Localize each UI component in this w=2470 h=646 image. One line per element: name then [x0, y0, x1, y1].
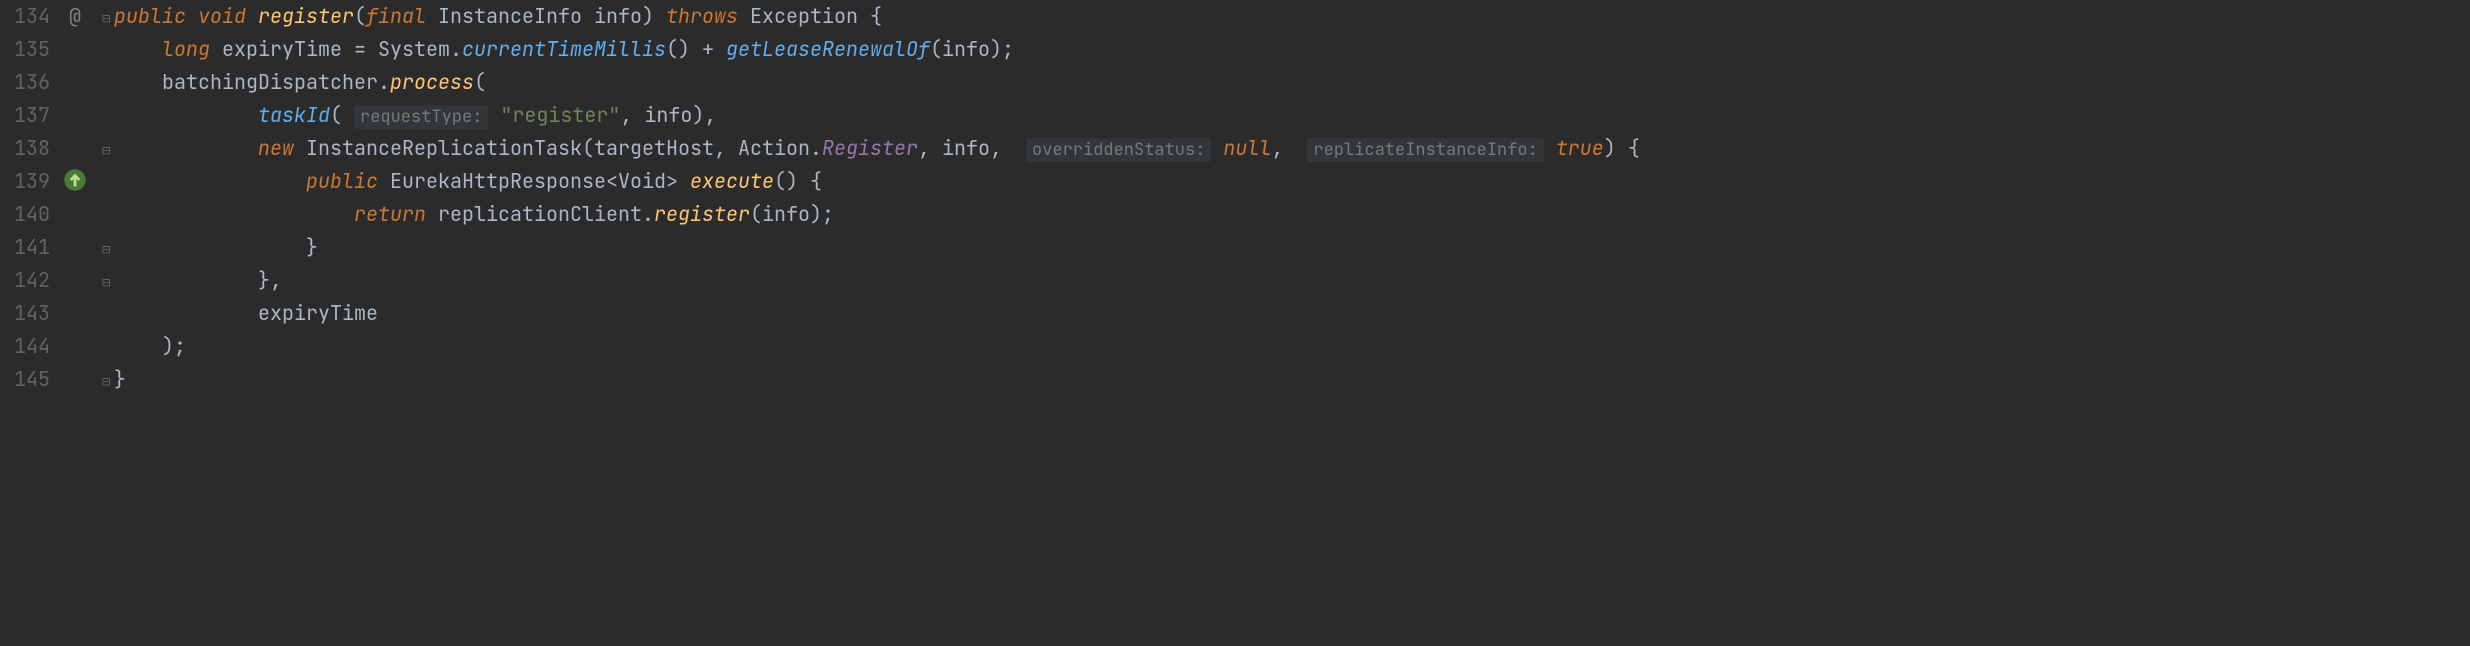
- code-line[interactable]: ⊟public void register(final InstanceInfo…: [102, 0, 1640, 33]
- arg: info: [762, 201, 810, 227]
- fold-end-icon[interactable]: ⊟: [102, 267, 114, 300]
- line-number: 143: [0, 297, 60, 330]
- arg: targetHost: [594, 135, 714, 161]
- gutter-line: 134 @: [0, 0, 90, 33]
- variable: expiryTime: [258, 300, 378, 326]
- gutter-line: 137: [0, 99, 90, 132]
- keyword-final: final: [366, 3, 426, 29]
- fold-end-icon[interactable]: ⊟: [102, 366, 114, 399]
- code-area[interactable]: ⊟public void register(final InstanceInfo…: [98, 0, 1640, 396]
- code-line[interactable]: taskId( requestType: "register", info),: [102, 99, 1640, 132]
- gutter: 134 @ 135 136 137 138 139 140 141 142 143…: [0, 0, 98, 396]
- gutter-line: 139: [0, 165, 90, 198]
- keyword-return: return: [354, 201, 426, 227]
- gutter-line: 140: [0, 198, 90, 231]
- fold-end-icon[interactable]: ⊟: [102, 234, 114, 267]
- method-name: register: [258, 3, 354, 29]
- line-number: 137: [0, 99, 60, 132]
- param-hint: requestType:: [354, 105, 488, 129]
- code-line[interactable]: );: [102, 330, 1640, 363]
- gutter-line: 135: [0, 33, 90, 66]
- code-line[interactable]: ⊟ },: [102, 264, 1640, 297]
- line-number: 139: [0, 165, 60, 198]
- code-line[interactable]: ⊟ new InstanceReplicationTask(targetHost…: [102, 132, 1640, 165]
- line-number: 142: [0, 264, 60, 297]
- code-line[interactable]: ⊟}: [102, 363, 1640, 396]
- method-call: getLeaseRenewalOf: [726, 36, 930, 62]
- fold-icon[interactable]: ⊟: [102, 135, 114, 168]
- code-editor[interactable]: 134 @ 135 136 137 138 139 140 141 142 143…: [0, 0, 2470, 396]
- code-line[interactable]: ⊟ }: [102, 231, 1640, 264]
- gutter-line: 138: [0, 132, 90, 165]
- arg: info: [644, 102, 692, 128]
- keyword-long: long: [162, 36, 210, 62]
- line-number: 135: [0, 33, 60, 66]
- keyword-void: void: [198, 3, 246, 29]
- variable: replicationClient: [438, 201, 642, 227]
- keyword-public: public: [114, 3, 186, 29]
- type: Exception: [750, 3, 858, 29]
- type: Void: [618, 168, 666, 194]
- gutter-line: 136: [0, 66, 90, 99]
- code-line[interactable]: return replicationClient.register(info);: [102, 198, 1640, 231]
- param-hint: replicateInstanceInfo:: [1307, 138, 1543, 162]
- method-call: process: [390, 69, 474, 95]
- gutter-line: 144: [0, 330, 90, 363]
- type: EurekaHttpResponse: [390, 168, 606, 194]
- method-call: register: [654, 201, 750, 227]
- keyword-public: public: [306, 168, 378, 194]
- line-number: 145: [0, 363, 60, 396]
- class-ref: System: [378, 36, 450, 62]
- gutter-line: 143: [0, 297, 90, 330]
- keyword-new: new: [258, 135, 294, 161]
- code-line[interactable]: long expiryTime = System.currentTimeMill…: [102, 33, 1640, 66]
- code-line[interactable]: public EurekaHttpResponse<Void> execute(…: [102, 165, 1640, 198]
- method-call: currentTimeMillis: [462, 36, 666, 62]
- method-name: execute: [690, 168, 774, 194]
- class-ref: Action: [738, 135, 810, 161]
- gutter-line: 145: [0, 363, 90, 396]
- keyword-throws: throws: [666, 3, 738, 29]
- enum-value: Register: [822, 135, 918, 161]
- gutter-line: 141: [0, 231, 90, 264]
- code-line[interactable]: batchingDispatcher.process(: [102, 66, 1640, 99]
- arg: info: [942, 36, 990, 62]
- line-number: 140: [0, 198, 60, 231]
- type: InstanceInfo: [438, 3, 582, 29]
- arg: info: [942, 135, 990, 161]
- line-number: 144: [0, 330, 60, 363]
- variable: expiryTime: [222, 36, 342, 62]
- param-hint: overriddenStatus:: [1026, 138, 1211, 162]
- annotation-icon[interactable]: @: [69, 3, 81, 29]
- line-number: 141: [0, 231, 60, 264]
- bool-literal: true: [1556, 135, 1604, 161]
- line-number: 134: [0, 0, 60, 33]
- param: info: [594, 3, 642, 29]
- code-line[interactable]: expiryTime: [102, 297, 1640, 330]
- method-call: taskId: [258, 102, 330, 128]
- type: InstanceReplicationTask: [306, 135, 582, 161]
- string-literal: "register": [500, 102, 620, 128]
- line-number: 138: [0, 132, 60, 165]
- gutter-line: 142: [0, 264, 90, 297]
- null-literal: null: [1223, 135, 1271, 161]
- fold-icon[interactable]: ⊟: [102, 3, 114, 36]
- line-number: 136: [0, 66, 60, 99]
- variable: batchingDispatcher: [162, 69, 378, 95]
